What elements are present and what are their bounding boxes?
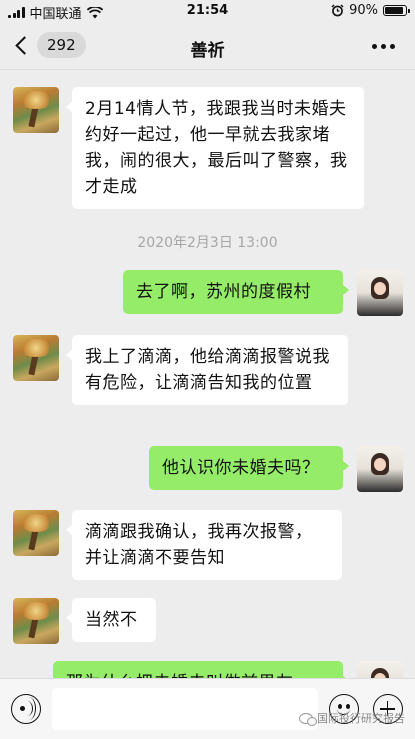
message-timestamp: 2020年2月3日 13:00 (137, 235, 278, 251)
voice-wave (22, 697, 36, 720)
battery-percent: 90% (349, 3, 378, 18)
status-right: 90% (331, 3, 410, 18)
contact-avatar[interactable] (13, 87, 59, 133)
alarm-icon (331, 4, 344, 17)
message-bubble[interactable]: 去了啊，苏州的度假村 (123, 270, 349, 314)
watermark-text: 国际投行研究报告 (317, 712, 405, 725)
self-avatar[interactable] (357, 270, 403, 316)
message-bubble[interactable]: 滴滴跟我确认，我再次报警，并让滴滴不要告知 (66, 510, 342, 580)
message-bubble[interactable]: 当然不 (66, 598, 156, 642)
message-bubble[interactable]: 那为什么把未婚夫叫做前男友 (53, 661, 349, 678)
contact-avatar[interactable] (13, 335, 59, 381)
self-avatar[interactable] (357, 446, 403, 492)
input-bar (0, 678, 415, 739)
battery-icon (383, 5, 410, 16)
wechat-logo-icon (299, 712, 317, 726)
chat-area[interactable]: 2月14情人节，我跟我当时未婚夫约好一起过，他一早就去我家堵我，闹的很大，最后叫… (0, 71, 415, 678)
contact-avatar[interactable] (13, 510, 59, 556)
nav-bar: 292 善祈 (0, 24, 415, 70)
message-bubble[interactable]: 我上了滴滴，他给滴滴报警说我有危险，让滴滴告知我的位置 (66, 335, 348, 405)
more-dots-icon (372, 44, 377, 49)
message-bubble[interactable]: 他认识你未婚夫吗？ (149, 446, 349, 490)
status-bar: 中国联通 21:54 90% (0, 0, 415, 24)
watermark: 国际投行研究报告 (299, 710, 405, 726)
self-avatar[interactable] (357, 661, 403, 678)
message-input[interactable] (52, 688, 318, 730)
message-bubble[interactable]: 2月14情人节，我跟我当时未婚夫约好一起过，他一早就去我家堵我，闹的很大，最后叫… (66, 87, 364, 209)
voice-button[interactable] (11, 694, 41, 724)
chat-title: 善祈 (190, 41, 225, 61)
more-button[interactable] (372, 44, 395, 49)
contact-avatar[interactable] (13, 598, 59, 644)
